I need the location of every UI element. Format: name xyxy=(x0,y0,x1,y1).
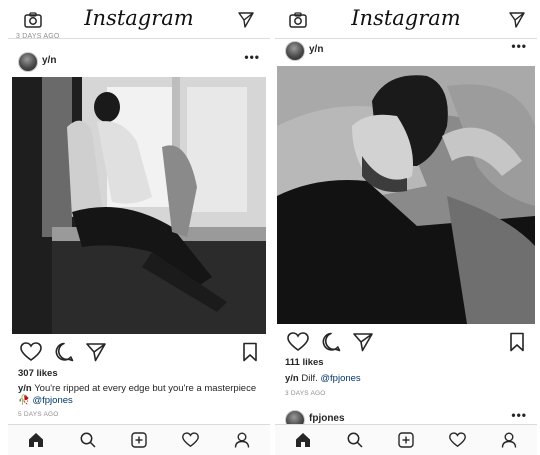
activity-heart-icon[interactable] xyxy=(182,432,199,448)
instagram-logo[interactable]: Instagram xyxy=(8,6,270,30)
post-username[interactable]: fpjones xyxy=(309,413,345,424)
previous-post-age: 3 DAYS AGO xyxy=(16,33,60,40)
home-icon[interactable] xyxy=(295,432,311,448)
instagram-logo[interactable]: Instagram xyxy=(275,6,537,30)
profile-icon[interactable] xyxy=(234,432,250,448)
post-age: 3 DAYS AGO xyxy=(285,390,326,397)
post-actions xyxy=(8,340,270,364)
post-username[interactable]: y/n xyxy=(309,44,323,55)
likes-count[interactable]: 307 likes xyxy=(18,368,58,379)
comment-icon[interactable] xyxy=(54,342,74,362)
bookmark-icon[interactable] xyxy=(242,342,258,362)
share-icon[interactable] xyxy=(86,342,106,362)
avatar[interactable] xyxy=(285,41,305,61)
caption-username[interactable]: y/n xyxy=(285,373,299,384)
plus-square-icon[interactable] xyxy=(131,432,147,448)
caption-text: Dilf. xyxy=(301,373,318,384)
profile-icon[interactable] xyxy=(501,432,517,448)
caption-username[interactable]: y/n xyxy=(18,383,32,394)
top-navigation-bar: Instagram xyxy=(275,0,537,39)
heart-icon[interactable] xyxy=(20,342,42,362)
left-screen: Instagram 3 DAYS AGO y/n ••• 307 likes y… xyxy=(8,0,270,455)
post-image xyxy=(277,66,535,324)
share-icon[interactable] xyxy=(353,332,373,352)
post-photo[interactable] xyxy=(277,66,535,324)
caption-mention[interactable]: @fpjones xyxy=(320,373,360,384)
post-caption: y/n Dilf. @fpjones xyxy=(285,373,529,385)
activity-heart-icon[interactable] xyxy=(449,432,466,448)
post-actions xyxy=(275,330,537,354)
heart-icon[interactable] xyxy=(287,332,309,352)
plus-square-icon[interactable] xyxy=(398,432,414,448)
bottom-navigation-bar xyxy=(275,424,537,455)
search-icon[interactable] xyxy=(347,432,363,448)
right-screen: Instagram y/n ••• 111 likes y/n Dilf. @f… xyxy=(275,0,537,455)
post-caption: y/n You're ripped at every edge but you'… xyxy=(18,383,262,407)
post-photo[interactable] xyxy=(12,77,266,334)
search-icon[interactable] xyxy=(80,432,96,448)
avatar[interactable] xyxy=(18,52,38,72)
more-options-icon[interactable]: ••• xyxy=(244,50,260,64)
post-header: y/n ••• xyxy=(8,48,270,74)
post-age: 5 DAYS AGO xyxy=(18,411,59,418)
more-options-icon[interactable]: ••• xyxy=(511,408,527,422)
post-username[interactable]: y/n xyxy=(42,55,56,66)
more-options-icon[interactable]: ••• xyxy=(511,39,527,53)
caption-mention[interactable]: @fpjones xyxy=(32,395,72,406)
post-header: y/n ••• xyxy=(275,37,537,63)
likes-count[interactable]: 111 likes xyxy=(285,357,324,368)
paper-plane-icon[interactable] xyxy=(238,12,254,28)
caption-text: You're ripped at every edge but you're a… xyxy=(34,383,257,394)
rose-emoji: 🥀 xyxy=(18,395,30,406)
post-image xyxy=(12,77,266,334)
comment-icon[interactable] xyxy=(321,332,341,352)
paper-plane-icon[interactable] xyxy=(509,12,525,28)
home-icon[interactable] xyxy=(28,432,44,448)
bottom-navigation-bar xyxy=(8,424,270,455)
bookmark-icon[interactable] xyxy=(509,332,525,352)
